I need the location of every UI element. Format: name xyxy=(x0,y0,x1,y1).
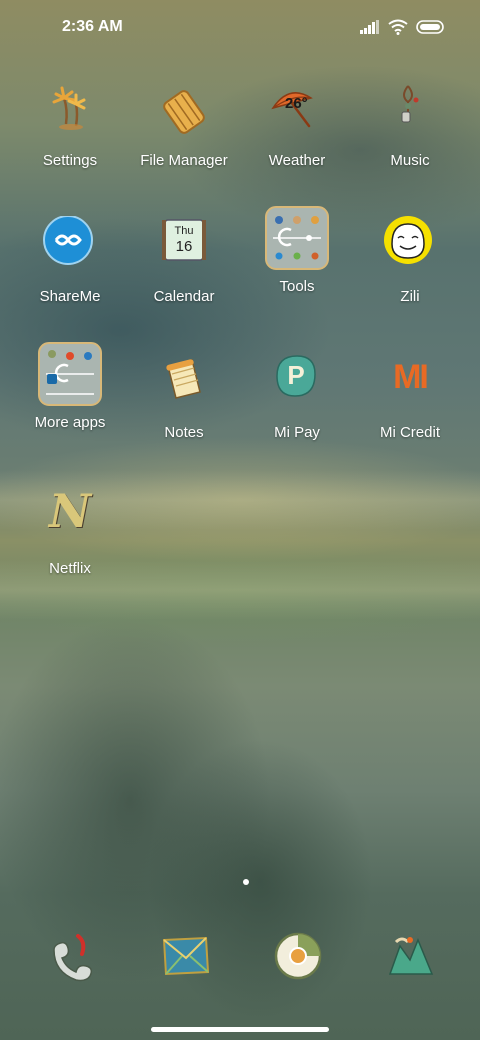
netflix-icon: N xyxy=(38,484,102,552)
app-weather[interactable]: 26° Weather xyxy=(237,80,357,169)
app-file-manager[interactable]: File Manager xyxy=(124,80,244,169)
netflix-glyph: N xyxy=(48,484,92,538)
home-indicator[interactable] xyxy=(151,1027,329,1032)
app-music[interactable]: Music xyxy=(350,80,470,169)
app-label: Weather xyxy=(268,152,326,169)
dock-messages-icon[interactable] xyxy=(158,932,214,988)
app-label: Notes xyxy=(164,424,204,441)
umbrella-icon: 26° xyxy=(265,80,329,144)
app-label: Settings xyxy=(42,152,98,169)
wifi-icon xyxy=(388,19,408,35)
weather-temp: 26° xyxy=(285,95,308,112)
signal-icon xyxy=(360,20,379,34)
app-label: More apps xyxy=(34,414,106,431)
app-tools-folder[interactable]: Tools xyxy=(237,206,357,295)
folder-icon xyxy=(38,342,102,406)
infinity-icon xyxy=(38,215,102,280)
app-notes[interactable]: Notes xyxy=(124,352,244,441)
mi-pay-glyph: P xyxy=(287,360,305,390)
app-label: Tools xyxy=(279,278,315,295)
calendar-icon: Thu 16 xyxy=(152,216,216,280)
app-calendar[interactable]: Thu 16 Calendar xyxy=(124,216,244,305)
dock-browser-icon[interactable] xyxy=(272,930,328,986)
app-label: File Manager xyxy=(140,152,228,169)
app-label: Calendar xyxy=(153,288,215,305)
dock-phone-icon[interactable] xyxy=(44,930,100,986)
dock-camera-icon[interactable] xyxy=(386,930,442,986)
status-bar: 2:36 AM xyxy=(0,0,480,56)
palm-tree-icon xyxy=(38,80,102,144)
app-label: ShareMe xyxy=(39,288,101,305)
app-label: Netflix xyxy=(49,560,91,577)
smiley-ghost-icon xyxy=(378,216,442,280)
status-time: 2:36 AM xyxy=(62,18,123,35)
app-label: Mi Pay xyxy=(274,424,320,441)
calendar-date: 16 xyxy=(175,238,193,255)
folder-icon xyxy=(265,206,329,270)
app-label: Mi Credit xyxy=(379,424,440,441)
pendant-icon xyxy=(378,80,442,144)
p-leaf-icon: P xyxy=(265,352,329,416)
app-mi-credit[interactable]: MI Mi Credit xyxy=(350,352,470,441)
scroll-folder-icon xyxy=(152,80,216,144)
mi-credit-glyph: MI xyxy=(393,358,429,396)
app-shareme[interactable]: ShareMe xyxy=(10,215,130,305)
notepad-icon xyxy=(152,352,216,416)
app-settings[interactable]: Settings xyxy=(10,80,130,169)
mi-logo-icon: MI xyxy=(378,352,442,416)
battery-icon xyxy=(416,20,444,34)
page-indicator[interactable] xyxy=(243,879,249,885)
app-zili[interactable]: Zili xyxy=(350,216,470,305)
app-more-apps-folder[interactable]: More apps xyxy=(10,342,130,431)
page-dot[interactable] xyxy=(243,879,249,885)
app-netflix[interactable]: N Netflix xyxy=(10,484,130,577)
calendar-day: Thu xyxy=(174,225,194,237)
app-label: Music xyxy=(390,152,430,169)
app-mi-pay[interactable]: P Mi Pay xyxy=(237,352,357,441)
app-label: Zili xyxy=(400,288,420,305)
